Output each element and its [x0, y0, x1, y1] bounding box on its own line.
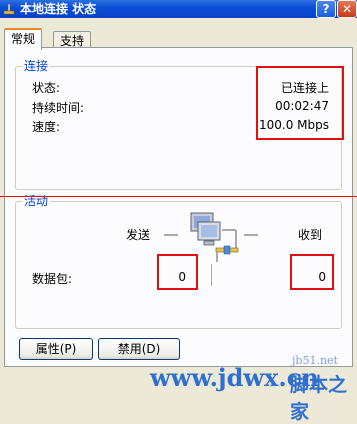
properties-button[interactable]: 属性(P) [19, 338, 93, 360]
sent-label: 发送 [126, 228, 151, 242]
connection-highlight [256, 66, 344, 140]
disable-button[interactable]: 禁用(D) [98, 338, 180, 360]
activity-group: 活动 发送 收到 数据包: 0 0 [15, 194, 342, 329]
speed-label: 速度: [32, 120, 61, 134]
annotation-line [0, 196, 357, 197]
title-bar: 本地连接 状态 ? ✕ [0, 0, 357, 18]
help-button[interactable]: ? [316, 0, 336, 18]
received-dash [244, 234, 258, 236]
tab-general[interactable]: 常规 [4, 28, 43, 50]
status-label: 状态: [32, 81, 61, 95]
duration-label: 持续时间: [32, 101, 85, 115]
packets-sent-box: 0 [157, 254, 198, 290]
network-connection-icon [3, 3, 15, 15]
packets-label: 数据包: [32, 272, 73, 286]
window-title: 本地连接 状态 [20, 2, 97, 16]
sent-dash [164, 234, 178, 236]
connection-group-title: 连接 [22, 59, 51, 73]
packets-sent-value: 0 [178, 270, 186, 284]
packets-received-value: 0 [318, 270, 326, 284]
watermark-brand: 脚本之家 [290, 374, 348, 423]
close-button[interactable]: ✕ [337, 0, 357, 18]
packets-divider [211, 264, 212, 286]
packets-received-box: 0 [290, 254, 334, 290]
tab-panel: 连接 状态: 已连接上 持续时间: 00:02:47 速度: 100.0 Mbp… [4, 47, 353, 367]
received-label: 收到 [298, 228, 323, 242]
